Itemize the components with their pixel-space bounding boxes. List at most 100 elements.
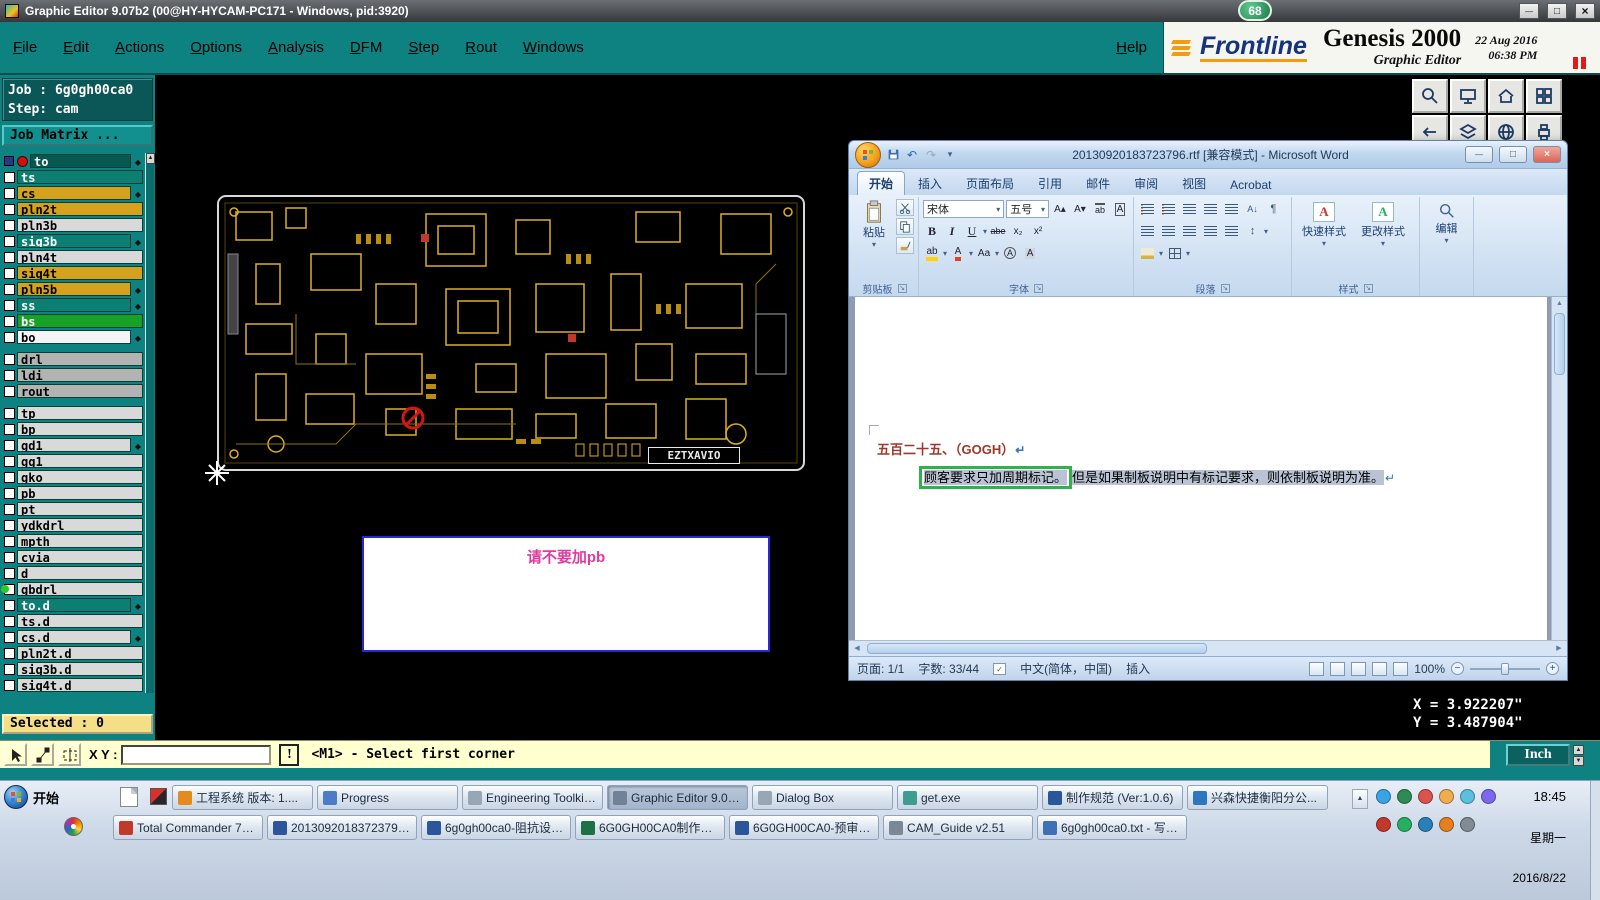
clipboard-launcher-icon[interactable]	[897, 284, 907, 293]
layer-row-ts.d[interactable]: ts.d	[2, 613, 143, 629]
layer-row-cs[interactable]: cs	[2, 185, 143, 201]
layer-row-to[interactable]: to	[2, 153, 143, 169]
restore-button[interactable]	[1547, 3, 1567, 19]
bullets-button[interactable]	[1138, 201, 1157, 218]
taskbar-button[interactable]: Engineering Toolkit 9...	[462, 785, 603, 810]
layer-row-pb[interactable]: pb	[2, 485, 143, 501]
layer-row-cs.d[interactable]: cs.d	[2, 629, 143, 645]
taskbar-button[interactable]: 6g0gh00ca0-阻抗设计(...	[421, 815, 571, 840]
word-close-button[interactable]	[1533, 146, 1561, 163]
tab-页面布局[interactable]: 页面布局	[955, 172, 1025, 195]
layer-row-pt[interactable]: pt	[2, 501, 143, 517]
quicklaunch-pinwheel-icon[interactable]	[64, 817, 83, 836]
character-border-button[interactable]	[1111, 200, 1129, 218]
tile-windows-button[interactable]	[1526, 79, 1562, 113]
taskbar-button[interactable]: 制作规范 (Ver:1.0.6)	[1042, 785, 1183, 810]
word-title-bar[interactable]: 20130920183723796.rtf [兼容模式] - Microsoft…	[849, 141, 1567, 169]
layer-checkbox[interactable]	[4, 599, 15, 611]
taskbar-button[interactable]: CAM_Guide v2.51	[883, 815, 1033, 840]
show-desktop-button[interactable]	[1590, 781, 1600, 900]
increase-indent-button[interactable]	[1222, 201, 1241, 218]
taskbar-button[interactable]: Total Commander 7.0 pu...	[113, 815, 263, 840]
layer-checkbox[interactable]	[4, 219, 15, 231]
office-button[interactable]	[855, 141, 881, 168]
word-restore-button[interactable]	[1499, 146, 1527, 163]
taskbar-button[interactable]: 6G0GH00CA0制作单.xls...	[575, 815, 725, 840]
underline-button[interactable]	[963, 222, 981, 240]
layer-row-ydkdrl[interactable]: ydkdrl	[2, 517, 143, 533]
layer-checkbox[interactable]	[4, 439, 15, 451]
taskbar-button[interactable]: 工程系统 版本: 1....	[172, 785, 313, 810]
tray-icon[interactable]	[1376, 817, 1391, 832]
spellcheck-icon[interactable]	[993, 662, 1007, 675]
quick-styles-button[interactable]: 快速样式 ▾	[1296, 199, 1352, 249]
taskbar-button[interactable]: Progress	[317, 785, 458, 810]
layer-checkbox[interactable]	[4, 455, 15, 467]
subscript-button[interactable]	[1009, 222, 1027, 240]
scroll-left-icon[interactable]: ◀	[849, 642, 865, 655]
document-page[interactable]: 五百二十五、（GOGH） 顾客要求只加周期标记。但是如果制板说明中有标记要求，则…	[855, 297, 1547, 640]
scroll-up-icon[interactable]: ▲	[146, 153, 155, 164]
taskbar-button[interactable]: Graphic Editor 9.07b2 ...	[607, 785, 748, 810]
tray-icon[interactable]	[1439, 817, 1454, 832]
outline-view-button[interactable]	[1372, 661, 1388, 676]
layer-row-sig3b[interactable]: sig3b	[2, 233, 143, 249]
zoom-tool-button[interactable]	[1412, 79, 1448, 113]
multilevel-list-button[interactable]	[1180, 201, 1199, 218]
layer-row-pln2t.d[interactable]: pln2t.d	[2, 645, 143, 661]
layer-row-pln4t[interactable]: pln4t	[2, 249, 143, 265]
zoom-in-button[interactable]: +	[1546, 662, 1559, 675]
redo-icon[interactable]	[923, 147, 939, 163]
taskbar-clock[interactable]: 18:45 星期一 2016/8/22	[1490, 789, 1568, 885]
change-styles-button[interactable]: 更改样式 ▾	[1355, 199, 1411, 249]
taskbar-button[interactable]: 6g0gh00ca0.txt - 写字板	[1037, 815, 1187, 840]
layer-checkbox[interactable]	[4, 299, 15, 311]
status-mode[interactable]: 插入	[1126, 660, 1150, 677]
menu-help[interactable]: Help	[1100, 22, 1163, 73]
draft-view-button[interactable]	[1393, 661, 1409, 676]
taskbar-button[interactable]: get.exe	[897, 785, 1038, 810]
taskbar-button[interactable]: 兴森快捷衡阳分公...	[1187, 785, 1328, 810]
font-launcher-icon[interactable]	[1034, 284, 1043, 293]
start-button[interactable]: 开始	[4, 785, 59, 809]
prompt-flag-button[interactable]	[279, 743, 300, 766]
marquee-tool-button[interactable]	[58, 743, 81, 766]
shrink-font-button[interactable]	[1071, 200, 1089, 218]
tray-icon[interactable]	[1397, 817, 1412, 832]
show-marks-button[interactable]	[1264, 201, 1283, 218]
qat-dropdown-icon[interactable]	[942, 147, 958, 163]
format-painter-button[interactable]	[896, 237, 914, 254]
tab-审阅[interactable]: 审阅	[1123, 172, 1169, 195]
taskbar-button[interactable]: 20130920183723796....	[267, 815, 417, 840]
layer-checkbox[interactable]	[4, 203, 15, 215]
measure-tool-button[interactable]	[31, 743, 54, 766]
layer-checkbox[interactable]	[4, 487, 15, 499]
align-right-button[interactable]	[1180, 223, 1199, 240]
job-matrix-button[interactable]: Job Matrix ...	[2, 125, 153, 146]
align-center-button[interactable]	[1159, 223, 1178, 240]
tray-icon[interactable]	[1439, 789, 1454, 804]
layer-row-cvia[interactable]: cvia	[2, 549, 143, 565]
layer-row-gg1[interactable]: gg1	[2, 453, 143, 469]
screen-view-button[interactable]	[1450, 79, 1486, 113]
layer-checkbox[interactable]	[4, 631, 15, 643]
tray-icon[interactable]	[1460, 789, 1475, 804]
paste-button[interactable]: 粘贴 ▾	[855, 199, 893, 254]
zoom-level[interactable]: 100%	[1414, 662, 1445, 676]
layer-checkbox[interactable]	[4, 353, 15, 365]
spin-down-icon[interactable]: ▼	[1573, 755, 1584, 766]
distribute-button[interactable]	[1222, 223, 1241, 240]
layer-list-scrollbar[interactable]: ▲	[145, 153, 155, 693]
menu-rout[interactable]: Rout	[452, 22, 510, 73]
editing-button[interactable]: 编辑 ▾	[1424, 199, 1469, 246]
word-minimize-button[interactable]	[1465, 146, 1493, 163]
save-icon[interactable]	[885, 147, 901, 163]
text-highlight-button[interactable]	[923, 244, 941, 262]
tray-expand-icon[interactable]	[1352, 789, 1368, 809]
layer-checkbox[interactable]	[4, 171, 15, 183]
bold-button[interactable]	[923, 222, 941, 240]
copy-button[interactable]	[896, 218, 914, 235]
spin-up-icon[interactable]: ▲	[1573, 744, 1584, 755]
layer-checkbox[interactable]	[4, 663, 15, 675]
layer-checkbox[interactable]	[4, 235, 15, 247]
